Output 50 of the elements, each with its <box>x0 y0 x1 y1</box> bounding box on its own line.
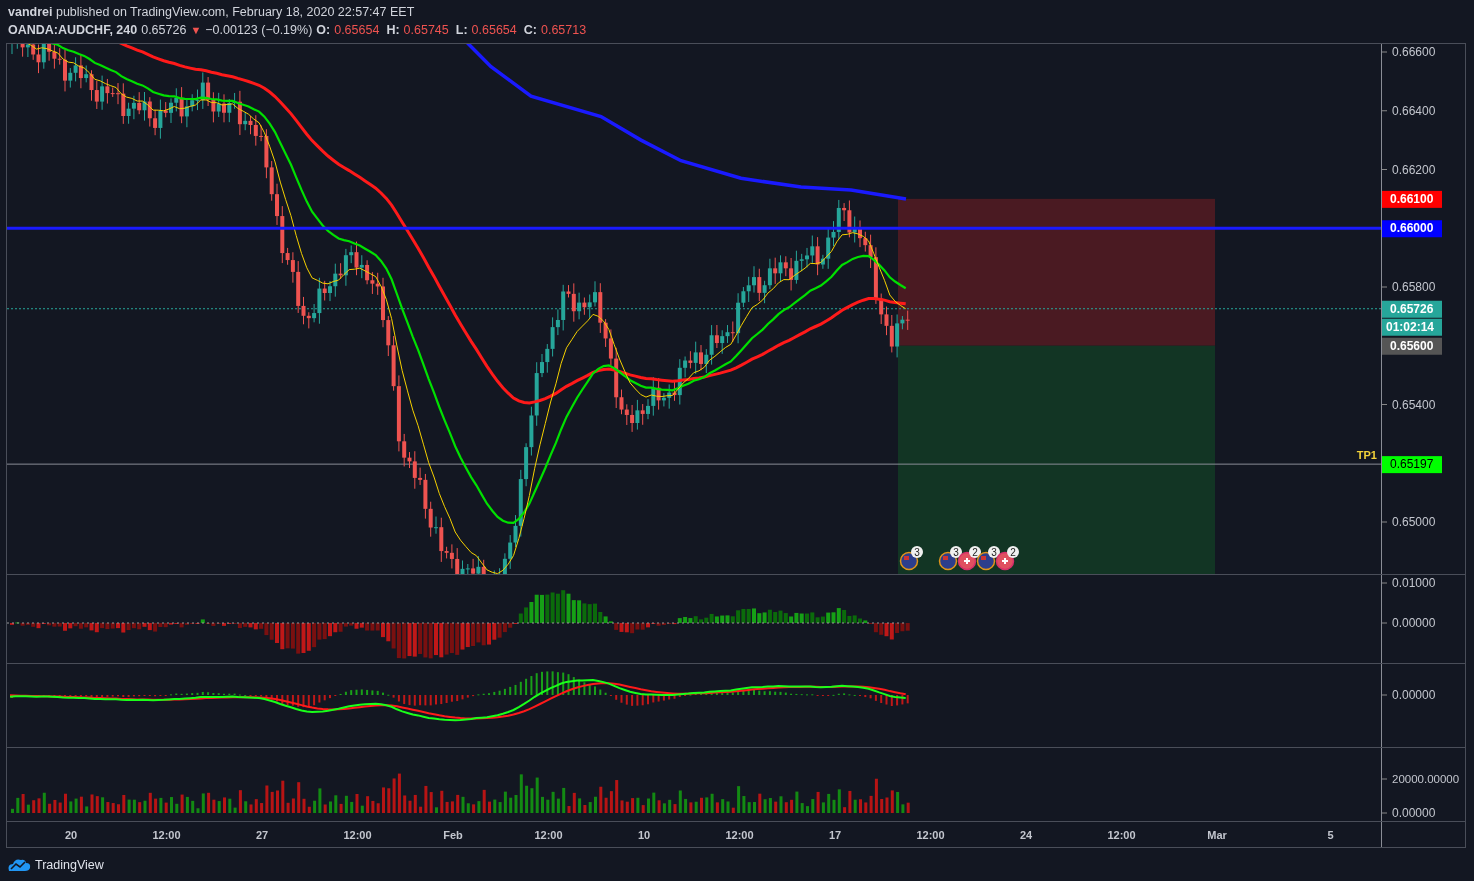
ohlc-value: 0.65654 <box>334 22 380 37</box>
ohlc-label: O: <box>316 22 331 37</box>
axis-label: 0.00000 <box>1392 616 1436 630</box>
time-label: Mar <box>1207 829 1227 841</box>
time-label: 24 <box>1019 829 1033 841</box>
ohlc-value: 0.65654 <box>471 22 517 37</box>
axis-label: 0.65800 <box>1392 280 1436 294</box>
price-tag: 0.66000 <box>1382 220 1442 238</box>
symbol-name: OANDA:AUDCHF, 240 <box>8 22 138 37</box>
price-change: −0.00123 (−0.19%) <box>205 22 313 37</box>
cloud-logo-icon <box>7 858 31 872</box>
author-name[interactable]: vandrei <box>8 5 53 19</box>
time-label: 17 <box>828 829 842 841</box>
axis-label: 0.00000 <box>1392 688 1436 702</box>
time-label: 12:00 <box>152 829 181 841</box>
time-label: 5 <box>1327 829 1334 841</box>
axis-label: 0.66600 <box>1392 45 1436 59</box>
time-label: 12:00 <box>1107 829 1136 841</box>
price-tag: 0.66100 <box>1382 190 1442 208</box>
price-tag: 0.65726 <box>1382 300 1442 318</box>
time-label: 12:00 <box>534 829 563 841</box>
axis-label: 0.65000 <box>1392 515 1436 529</box>
time-label: Feb <box>443 829 463 841</box>
publish-info: published on TradingView.com, February 18, 2020 22:57:47 EET <box>55 5 415 19</box>
price-tag: 01:02:14 <box>1382 318 1442 336</box>
target-label: TP1 <box>1356 449 1377 462</box>
axis-label: 0.66200 <box>1392 162 1436 177</box>
time-label: 27 <box>255 829 269 841</box>
ohlc-value: 0.65713 <box>540 22 587 37</box>
time-label: 12:00 <box>343 829 372 841</box>
ohlc-label: L: <box>455 22 468 37</box>
brand-name[interactable]: TradingView <box>35 858 104 872</box>
last-price: 0.65726 <box>141 22 187 37</box>
count-badge: 3 <box>911 546 923 558</box>
ohlc-value: 0.65745 <box>403 22 449 37</box>
direction-arrow: ▼ <box>190 23 202 36</box>
price-tag: 0.65600 <box>1382 337 1442 355</box>
price-tag: 0.65197 <box>1382 456 1442 474</box>
ohlc-label: H: <box>386 22 400 37</box>
time-label: 12:00 <box>725 829 754 841</box>
ohlc-label: C: <box>523 22 537 37</box>
axis-label: 20000.00000 <box>1392 773 1460 785</box>
axis-label: 0.01000 <box>1392 576 1436 590</box>
count-badge: 2 <box>1007 546 1019 558</box>
axis-label: 0.00000 <box>1392 806 1436 820</box>
axis-label: 0.65400 <box>1392 397 1436 412</box>
axis-label: 0.66400 <box>1392 103 1436 118</box>
time-label: 12:00 <box>916 829 945 841</box>
time-label: 10 <box>637 829 651 841</box>
time-label: 20 <box>64 829 78 841</box>
